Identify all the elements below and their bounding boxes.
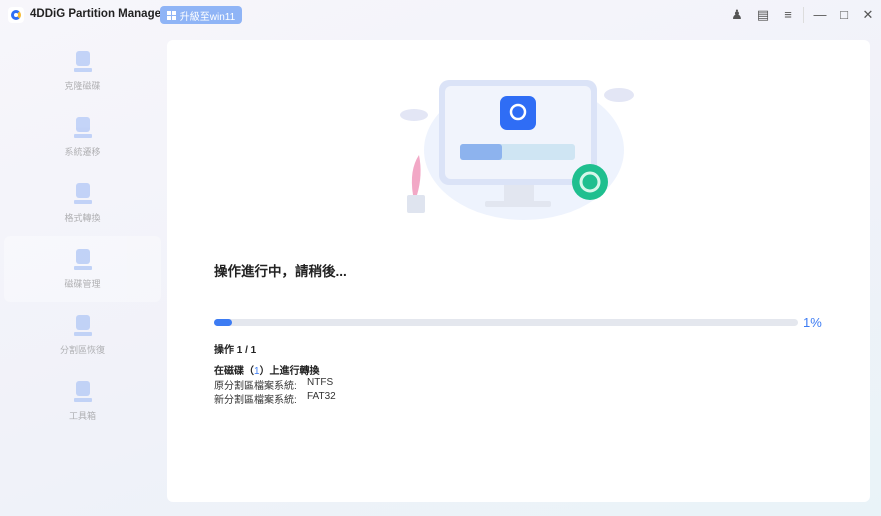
- pie-chart-icon: [73, 248, 92, 271]
- upgrade-label: 升級至win11: [179, 11, 236, 23]
- progress-fill: [214, 319, 232, 326]
- title-bar: 4DDiG Partition Manager 升級至win11 ♟ ▤ ≡ —…: [0, 0, 881, 30]
- sidebar-item-label: 工具箱: [68, 410, 96, 421]
- operation-counter: 操作 1 / 1: [214, 345, 257, 356]
- new-fs-value: FAT32: [307, 391, 336, 402]
- close-button[interactable]: ✕: [859, 6, 877, 24]
- refresh-icon: [73, 182, 92, 205]
- app-logo-icon: [8, 7, 24, 23]
- sidebar-item-label: 克隆磁碟: [64, 80, 101, 91]
- system-migration-icon: [73, 116, 92, 139]
- main-panel: 操作進行中，請稍後... 1% 操作 1 / 1 在磁碟（1）上進行轉換 原分割…: [167, 40, 870, 502]
- sidebar-item-disk-management[interactable]: 磁碟管理: [4, 236, 161, 302]
- menu-icon[interactable]: ≡: [779, 6, 797, 24]
- maximize-button[interactable]: □: [835, 6, 853, 24]
- clone-disk-icon: [73, 50, 92, 73]
- windows-icon: [166, 10, 176, 20]
- sidebar-item-format-conversion[interactable]: 格式轉換: [4, 170, 161, 236]
- toolbox-icon: [73, 380, 92, 403]
- sidebar: 克隆磁碟 系統遷移 格式轉換 磁碟管理 分割區恢復 工具箱: [0, 38, 165, 434]
- divider: [803, 7, 804, 23]
- sidebar-item-label: 磁碟管理: [64, 278, 101, 289]
- sidebar-item-label: 格式轉換: [64, 212, 101, 223]
- operation-description: 在磁碟（1）上進行轉換: [214, 362, 320, 377]
- sidebar-item-system-migration[interactable]: 系統遷移: [4, 104, 161, 170]
- sidebar-item-partition-recovery[interactable]: 分割區恢復: [4, 302, 161, 368]
- desc-prefix: 在磁碟（: [214, 366, 254, 377]
- desc-suffix: ）上進行轉換: [259, 366, 320, 377]
- original-fs-value: NTFS: [307, 377, 334, 388]
- feedback-icon[interactable]: ▤: [754, 6, 772, 24]
- minimize-button[interactable]: —: [811, 6, 829, 24]
- progress-bar: [214, 319, 798, 326]
- app-title: 4DDiG Partition Manager: [30, 8, 166, 20]
- computer-illustration: [400, 80, 634, 220]
- new-fs-row: 新分割區檔案系統: FAT32: [214, 391, 336, 406]
- sidebar-item-toolbox[interactable]: 工具箱: [4, 368, 161, 434]
- recovery-icon: [73, 314, 92, 337]
- sidebar-item-clone-disk[interactable]: 克隆磁碟: [4, 38, 161, 104]
- progress-percent: 1%: [803, 315, 822, 330]
- sidebar-item-label: 系統遷移: [64, 146, 101, 157]
- upgrade-win11-button[interactable]: 升級至win11: [160, 6, 242, 24]
- status-text: 操作進行中，請稍後...: [214, 264, 347, 279]
- new-fs-label: 新分割區檔案系統:: [214, 395, 297, 406]
- account-icon[interactable]: ♟: [728, 6, 746, 24]
- original-fs-row: 原分割區檔案系統: NTFS: [214, 377, 333, 392]
- sidebar-item-label: 分割區恢復: [59, 344, 105, 355]
